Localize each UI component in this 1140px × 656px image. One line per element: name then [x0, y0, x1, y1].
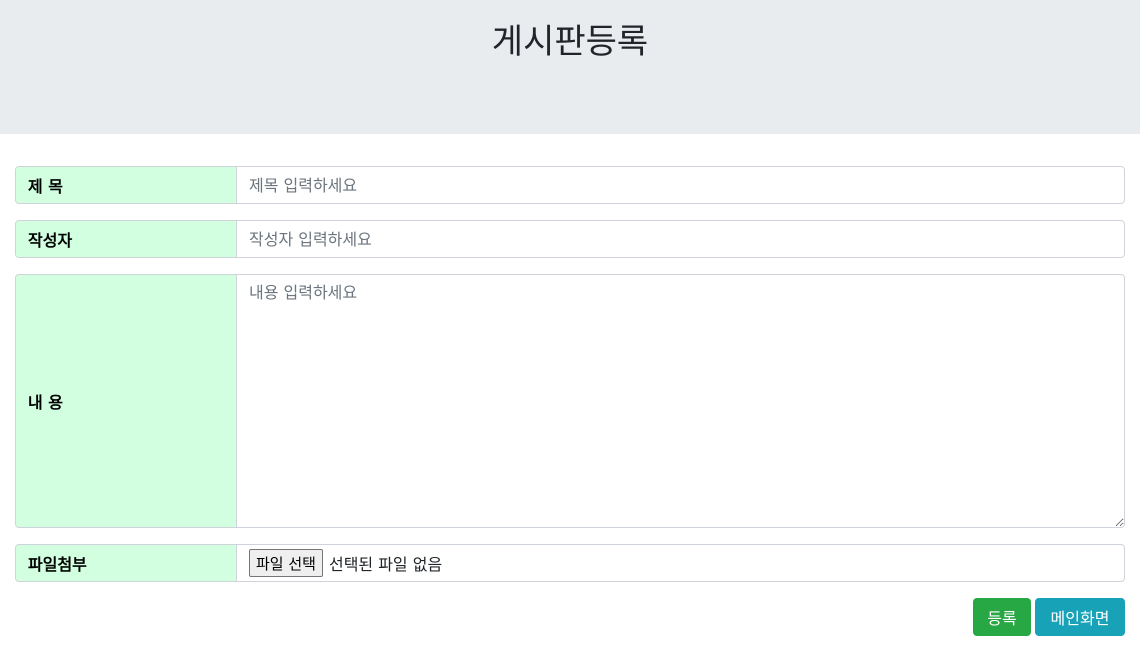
header-jumbotron: 게시판등록	[0, 0, 1140, 134]
file-label: 파일첨부	[16, 545, 237, 581]
page-title: 게시판등록	[491, 22, 649, 62]
content-textarea[interactable]	[237, 275, 1124, 527]
writer-input[interactable]	[237, 221, 1124, 257]
content-row: 내 용	[15, 274, 1125, 528]
writer-label: 작성자	[16, 221, 237, 257]
file-status-text: 선택된 파일 없음	[328, 555, 443, 574]
title-label: 제 목	[16, 167, 237, 203]
file-input: 파일 선택 선택된 파일 없음	[237, 545, 1124, 581]
register-button[interactable]: 등록	[973, 598, 1031, 636]
title-input[interactable]	[237, 167, 1124, 203]
file-select-button[interactable]: 파일 선택	[249, 549, 323, 577]
title-row: 제 목	[15, 166, 1125, 204]
file-row: 파일첨부 파일 선택 선택된 파일 없음	[15, 544, 1125, 582]
writer-row: 작성자	[15, 220, 1125, 258]
content-label: 내 용	[16, 275, 237, 527]
main-page-button[interactable]: 메인화면	[1035, 598, 1125, 636]
